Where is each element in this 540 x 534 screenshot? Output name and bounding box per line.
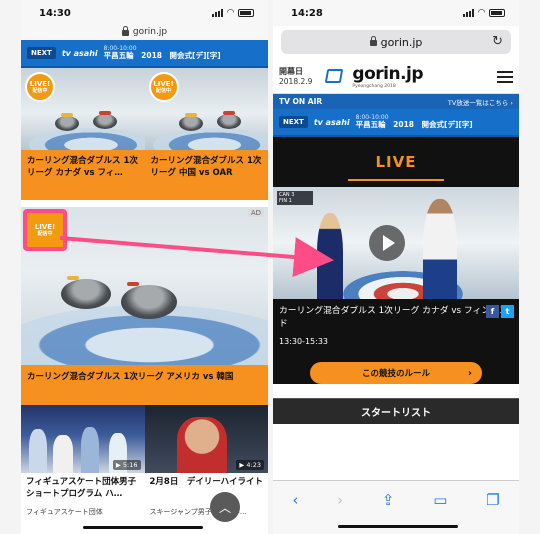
video-category: スキージャンプ男子ノーマル… [149, 508, 247, 516]
status-icons: ◠ [463, 8, 505, 18]
play-icon[interactable] [369, 225, 405, 261]
program-info: 8:00-10:00 平昌五輪 2018 開会式[デ][字] [355, 114, 473, 130]
browser-toolbar: ‹ › ⇪ ▭ ❐ [273, 480, 519, 534]
hamburger-menu-icon[interactable] [497, 70, 513, 83]
tv-asahi-logo: tv asahi [61, 48, 98, 58]
status-time: 14:30 [39, 7, 71, 19]
next-program-bar[interactable]: NEXT tv asahi 8:00-10:00 平昌五輪 2018 開会式[デ… [21, 40, 268, 68]
facebook-share-icon[interactable]: f [486, 305, 499, 318]
signal-icon [463, 9, 475, 17]
right-phone-screen: 14:28 ◠ gorin.jp ↻ 開幕日 2018.2.9 gorin.jp… [273, 0, 519, 534]
address-bar[interactable]: gorin.jp ↻ [281, 30, 511, 54]
home-indicator [83, 526, 203, 529]
next-program-bar[interactable]: NEXT tv asahi 8:00-10:00 平昌五輪 2018 開会式[デ… [273, 109, 519, 137]
wifi-icon: ◠ [478, 8, 485, 18]
url-text: gorin.jp [132, 27, 168, 37]
battery-icon [238, 9, 254, 17]
site-header: 開幕日 2018.2.9 gorin.jp Pyeongchang 2018 [273, 60, 519, 94]
tv-asahi-logo: tv asahi [313, 117, 350, 127]
address-bar[interactable]: gorin.jp [21, 26, 268, 40]
tabs-icon[interactable]: ❐ [486, 491, 499, 509]
ad-tag: AD [247, 209, 264, 217]
curling-thumbnail: LIVE! 配信中 [21, 68, 145, 150]
back-icon[interactable]: ‹ [292, 491, 298, 509]
lock-icon [369, 36, 377, 46]
video-title: フィギュアスケート団体男子ショートプログラム ハ… [26, 477, 137, 499]
status-bar: 14:28 ◠ [273, 0, 519, 26]
live-section: LIVE CAN 3 FIN 1 カーリング混合ダブルス 1次リーグ カナダ vs… [273, 137, 519, 384]
home-indicator [338, 525, 458, 528]
url-text: gorin.jp [380, 35, 423, 49]
live-badge: LIVE! 配信中 [25, 72, 55, 102]
wifi-icon: ◠ [227, 8, 234, 18]
card-title: カーリング混合ダブルス 1次リーグ カナダ vs フィ… [21, 150, 145, 200]
live-badge: LIVE! 配信中 [23, 209, 67, 251]
featured-live-card[interactable]: LIVE! 配信中 AD カーリング混合ダブルス 1次リーグ アメリカ vs 韓… [21, 207, 268, 405]
video-category: フィギュアスケート団体 [26, 508, 103, 516]
share-icon[interactable]: ⇪ [382, 491, 395, 509]
live-card-grid: LIVE! 配信中 カーリング混合ダブルス 1次リーグ カナダ vs フィ… L… [21, 68, 268, 200]
featured-card-title: カーリング混合ダブルス 1次リーグ アメリカ vs 韓国 [21, 365, 268, 405]
curling-thumbnail: LIVE! 配信中 [144, 68, 268, 150]
battery-icon [489, 9, 505, 17]
reload-icon[interactable]: ↻ [492, 34, 503, 49]
video-time: 13:30-15:33 [279, 337, 328, 346]
video-player[interactable]: CAN 3 FIN 1 [273, 187, 519, 299]
video-card[interactable]: ▶ 4:23 2月8日 デイリーハイライト スキージャンプ男子ノーマル… [144, 405, 268, 517]
twitter-share-icon[interactable]: t [501, 305, 514, 318]
onair-label: TV ON AIR [279, 97, 323, 106]
signal-icon [212, 9, 224, 17]
curling-featured-thumbnail: LIVE! 配信中 AD [21, 207, 268, 365]
next-badge: NEXT [27, 47, 56, 59]
video-card[interactable]: ▶ 5:16 フィギュアスケート団体男子ショートプログラム ハ… フィギュアスケ… [21, 405, 145, 517]
lock-icon [121, 26, 129, 36]
tv-on-air-bar: TV ON AIR TV放送一覧はこちら › [273, 94, 519, 109]
next-badge: NEXT [279, 116, 308, 128]
live-card[interactable]: LIVE! 配信中 カーリング混合ダブルス 1次リーグ カナダ vs フィ… [21, 68, 145, 200]
forward-icon[interactable]: › [337, 491, 343, 509]
site-logo[interactable]: gorin.jp Pyeongchang 2018 [352, 64, 423, 89]
program-title: 平昌五輪 2018 開会式[デ][字] [103, 51, 221, 61]
left-phone-screen: 14:30 ◠ gorin.jp NEXT tv asahi 8:00-10:0… [21, 0, 268, 534]
start-list-bar[interactable]: スタートリスト [273, 398, 519, 424]
olympic-emblem-icon [322, 67, 342, 87]
ski-jump-thumbnail: ▶ 4:23 [144, 405, 268, 473]
program-info: 8:00-10:00 平昌五輪 2018 開会式[デ][字] [103, 45, 221, 61]
figure-skating-thumbnail: ▶ 5:16 [21, 405, 145, 473]
video-duration: ▶ 5:16 [112, 460, 141, 470]
status-time: 14:28 [291, 7, 323, 19]
chevron-up-icon[interactable]: ︿ [210, 492, 240, 522]
video-title: 2月8日 デイリーハイライト [149, 477, 264, 487]
status-icons: ◠ [212, 8, 254, 18]
video-title: カーリング混合ダブルス 1次リーグ カナダ vs フィンランド f t [273, 299, 519, 337]
video-duration: ▶ 4:23 [236, 460, 264, 470]
chevron-right-icon: › [467, 367, 472, 379]
scoreboard: CAN 3 FIN 1 [277, 191, 313, 205]
live-card[interactable]: LIVE! 配信中 カーリング混合ダブルス 1次リーグ 中国 vs OAR [144, 68, 268, 200]
status-bar: 14:30 ◠ [21, 0, 268, 26]
live-heading: LIVE [375, 153, 417, 171]
opening-date: 開幕日 2018.2.9 [279, 67, 313, 86]
program-title: 平昌五輪 2018 開会式[デ][字] [355, 120, 473, 130]
live-badge: LIVE! 配信中 [148, 72, 179, 102]
card-title: カーリング混合ダブルス 1次リーグ 中国 vs OAR [144, 150, 268, 200]
share-buttons: f t [486, 305, 514, 318]
tv-schedule-link[interactable]: TV放送一覧はこちら › [448, 97, 513, 107]
rules-button[interactable]: この競技のルール › [310, 362, 482, 384]
bookmarks-icon[interactable]: ▭ [433, 491, 447, 509]
